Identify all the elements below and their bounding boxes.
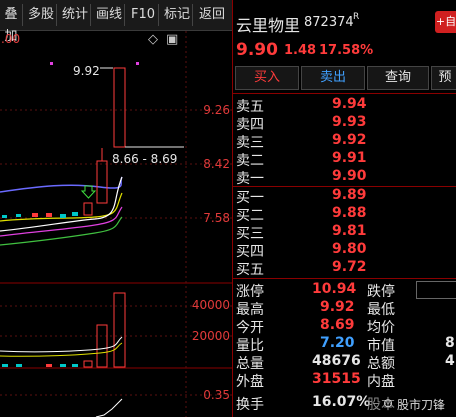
toolbar-f10-button[interactable]: F10 <box>128 4 159 26</box>
price-axis-label: 9.26 <box>203 103 230 117</box>
bid-price: 9.88 <box>332 205 367 221</box>
ask-row: 卖三 9.92 <box>233 132 456 152</box>
bid-label: 买一 <box>236 190 264 206</box>
toolbar-mark-button[interactable]: 标记 <box>162 4 193 26</box>
ask-price: 9.90 <box>332 168 367 184</box>
stat-label: 总量 <box>236 356 264 372</box>
stat-row: 总量 48676 总额 4 <box>233 353 456 373</box>
toolbar-stats-button[interactable]: 统计 <box>60 4 91 26</box>
quote-panel: 云里物里 872374 R +自 9.90 1.48 17.58% 买入 卖出 … <box>232 0 456 417</box>
ask-price: 9.91 <box>332 150 367 166</box>
stat-label: 最高 <box>236 302 264 318</box>
diamond-icon[interactable]: ◇ <box>148 32 158 47</box>
bid-row: 买三 9.81 <box>233 223 456 243</box>
bid-label: 买二 <box>236 208 264 224</box>
stat-label: 涨停 <box>236 284 264 300</box>
divider <box>233 93 456 94</box>
ask-price: 9.93 <box>332 114 367 130</box>
bid-price: 9.89 <box>332 187 367 203</box>
stat-label: 跌停 <box>367 284 395 300</box>
kline-chart-svg <box>0 31 232 417</box>
volume-axis-label: 40000 <box>191 298 230 312</box>
stat-value: 31515 <box>312 371 361 387</box>
toolbar-overlay-button[interactable]: 叠加 <box>0 4 23 44</box>
preset-button[interactable]: 预 <box>431 66 456 90</box>
bid-row: 买二 9.88 <box>233 205 456 225</box>
ask-label: 卖一 <box>236 171 264 187</box>
stat-value: 4 <box>445 353 455 369</box>
watermark-text: 股市刀锋 <box>397 398 446 412</box>
ask-row: 卖四 9.93 <box>233 114 456 134</box>
stat-label: 内盘 <box>367 374 395 390</box>
bid-row: 买五 9.72 <box>233 259 456 279</box>
stat-value: 8.69 <box>320 317 355 333</box>
volume-axis-label: 20000 <box>191 329 230 343</box>
toolbar-draw-button[interactable]: 画线 <box>94 4 125 26</box>
stat-row: 外盘 31515 内盘 <box>233 371 456 391</box>
stat-label: 换手 <box>236 397 264 413</box>
ask-row: 卖二 9.91 <box>233 150 456 170</box>
buy-button[interactable]: 买入 <box>235 66 299 90</box>
current-price: 9.90 <box>236 40 278 60</box>
window-toggle-icon[interactable]: ▣ <box>166 32 178 47</box>
divider <box>233 278 456 279</box>
bid-label: 买五 <box>236 262 264 278</box>
watermark-icon: ⊙ <box>383 396 394 410</box>
stat-value: 10.94 <box>312 281 357 297</box>
bid-row: 买四 9.80 <box>233 241 456 261</box>
price-axis-label: 8.42 <box>203 157 230 171</box>
stat-row: 涨停 10.94 跌停 <box>233 281 456 301</box>
stat-value: 9.92 <box>320 299 355 315</box>
ask-label: 卖四 <box>236 117 264 133</box>
price-change: 1.48 <box>284 43 317 58</box>
chart-top-value: .00 <box>1 32 21 46</box>
stock-code: 872374 <box>304 15 354 30</box>
price-change-percent: 17.58% <box>319 43 374 58</box>
add-watchlist-button[interactable]: +自 <box>435 11 456 33</box>
stat-value: 7.20 <box>320 335 355 351</box>
stat-label: 总额 <box>367 356 395 372</box>
stock-code-badge: R <box>353 12 360 22</box>
ask-label: 卖三 <box>236 135 264 151</box>
query-button[interactable]: 查询 <box>367 66 429 90</box>
toolbar-back-button[interactable]: 返回 <box>196 4 228 26</box>
price-axis-label: 7.58 <box>203 211 230 225</box>
stat-label: 外盘 <box>236 374 264 390</box>
chart-toolbar: 叠加 多股 统计 画线 F10 标记 返回 <box>0 0 232 44</box>
stat-label: 均价 <box>367 320 395 336</box>
stat-value: 16.07% <box>312 394 371 410</box>
stat-label: 最低 <box>367 302 395 318</box>
stat-row: 量比 7.20 市值 8 <box>233 335 456 355</box>
bid-price: 9.81 <box>332 223 367 239</box>
ask-price: 9.92 <box>332 132 367 148</box>
stat-label: 量比 <box>236 338 264 354</box>
stat-value: 48676 <box>312 353 361 369</box>
bid-label: 买三 <box>236 226 264 242</box>
ask-label: 卖二 <box>236 153 264 169</box>
stat-label: 今开 <box>236 320 264 336</box>
bid-row: 买一 9.89 <box>233 187 456 207</box>
ask-row: 卖一 9.90 <box>233 168 456 188</box>
stat-row: 最高 9.92 最低 <box>233 299 456 319</box>
stat-value: 8 <box>445 335 455 351</box>
toolbar-multi-stock-button[interactable]: 多股 <box>26 4 57 26</box>
price-range-annotation: 8.66 - 8.69 <box>112 152 178 166</box>
sell-button[interactable]: 卖出 <box>301 66 365 90</box>
bid-price: 9.72 <box>332 259 367 275</box>
ask-row: 卖五 9.94 <box>233 96 456 116</box>
stat-row: 今开 8.69 均价 <box>233 317 456 337</box>
bid-price: 9.80 <box>332 241 367 257</box>
ask-label: 卖五 <box>236 99 264 115</box>
indicator-axis-label: 0.35 <box>203 388 230 402</box>
stat-label: 市值 <box>367 338 395 354</box>
bid-label: 买四 <box>236 244 264 260</box>
kline-chart[interactable]: .00 ◇ ▣ 9.92 8.66 - 8.69 9.26 8.42 7.58 … <box>0 31 232 417</box>
high-price-annotation: 9.92 <box>73 64 100 78</box>
limit-down-box <box>416 281 456 299</box>
ask-price: 9.94 <box>332 96 367 112</box>
stock-name: 云里物里 <box>236 16 301 35</box>
